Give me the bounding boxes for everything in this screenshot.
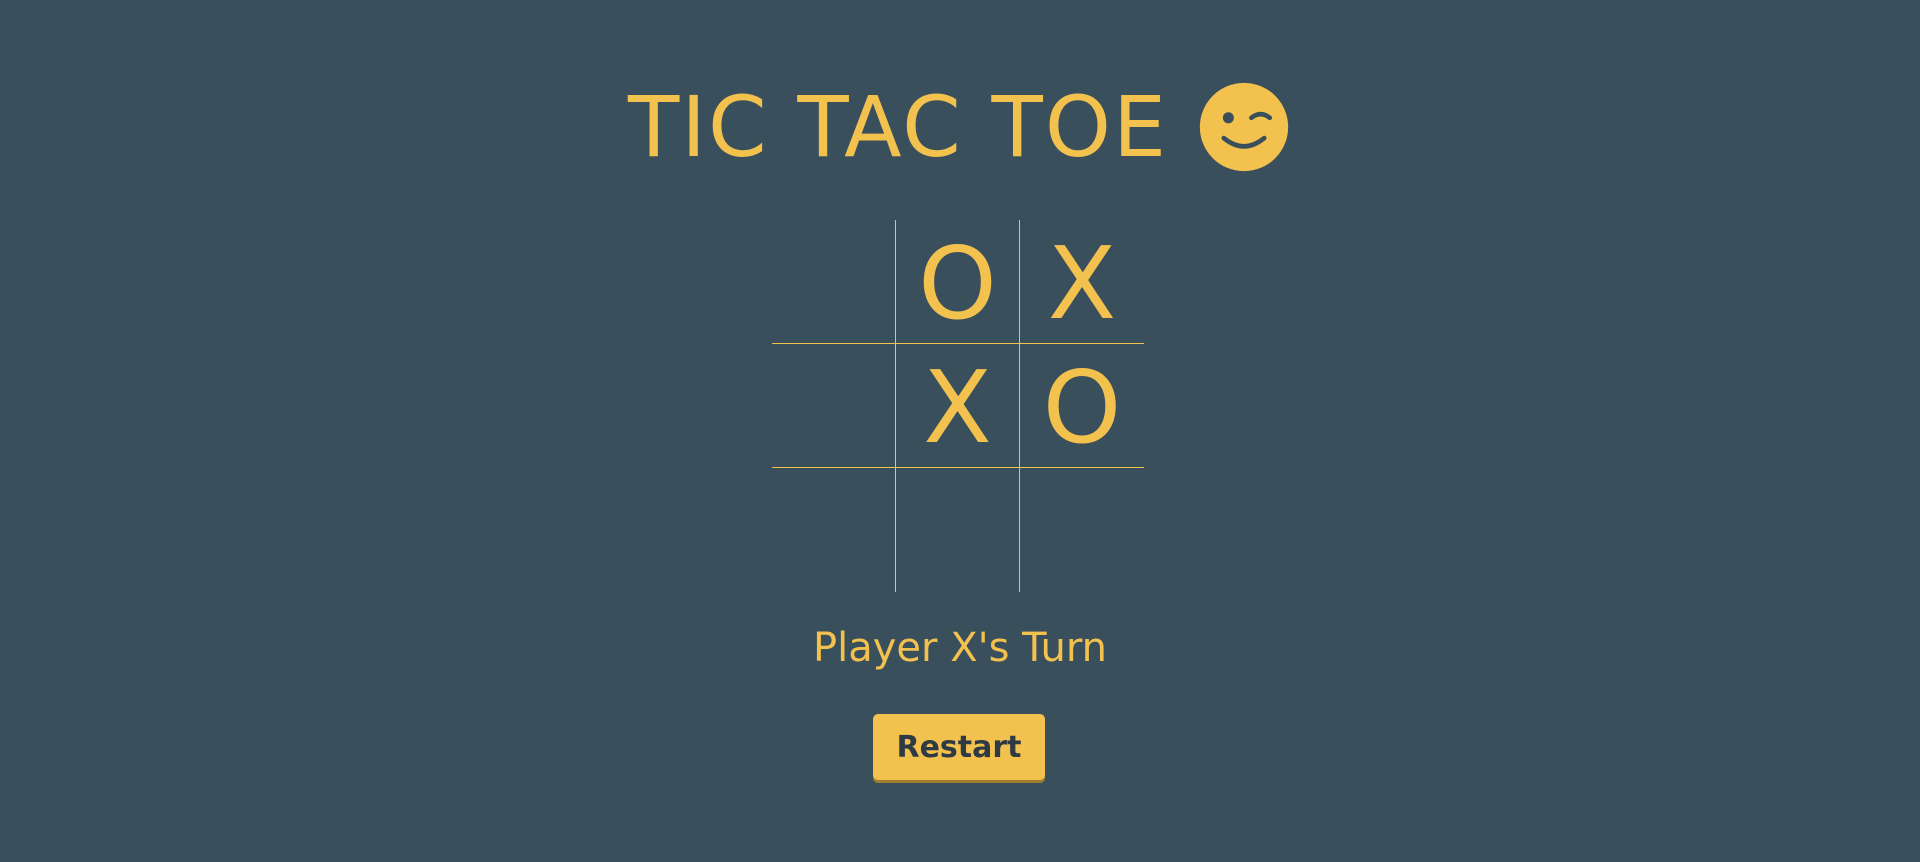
board-cell-8[interactable]: [896, 468, 1020, 592]
board-cell-1[interactable]: [772, 220, 896, 344]
board-cell-4[interactable]: [772, 344, 896, 468]
board-cell-6[interactable]: O: [1020, 344, 1144, 468]
title-text: TIC TAC TOE: [627, 78, 1169, 176]
board-cell-5[interactable]: X: [896, 344, 1020, 468]
board-cell-9[interactable]: [1020, 468, 1144, 592]
game-board: O X X O: [772, 220, 1147, 595]
page-title: TIC TAC TOE: [0, 72, 1920, 182]
board-cell-2[interactable]: O: [896, 220, 1020, 344]
restart-button[interactable]: Restart: [873, 714, 1045, 780]
board-cell-3[interactable]: X: [1020, 220, 1144, 344]
turn-status: Player X's Turn: [813, 625, 1107, 671]
wink-face-icon: [1199, 82, 1289, 172]
board-cell-7[interactable]: [772, 468, 896, 592]
